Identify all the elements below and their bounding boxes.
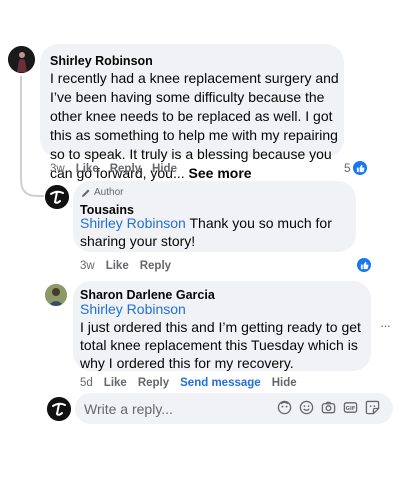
camera-icon[interactable] <box>321 400 336 415</box>
avatar <box>47 397 71 421</box>
reply-time[interactable]: 5d <box>80 377 93 389</box>
hide-button[interactable]: Hide <box>272 377 297 389</box>
reply-text: Shirley Robinson Thank you so much for s… <box>80 214 352 250</box>
emoji-icon[interactable] <box>299 400 314 415</box>
mention-link[interactable]: Shirley Robinson <box>80 215 186 231</box>
sticker-icon[interactable] <box>365 400 380 415</box>
like-reaction-icon[interactable] <box>357 258 371 272</box>
reply-time[interactable]: 3w <box>80 260 95 272</box>
reply-actions: 5d Like Reply Send message Hide <box>80 377 308 389</box>
like-button[interactable]: Like <box>104 377 127 389</box>
mention-link[interactable]: Shirley Robinson <box>80 300 368 318</box>
reply-button[interactable]: Reply <box>138 377 169 389</box>
reply-composer[interactable]: Write a reply... GIF <box>75 393 393 424</box>
tousains-logo-icon <box>45 185 69 209</box>
like-button[interactable]: Like <box>106 260 129 272</box>
author-badge: Author <box>81 187 123 198</box>
reply-body: I just ordered this and I’m getting read… <box>80 319 361 371</box>
avatar-sticker-icon[interactable] <box>277 400 292 415</box>
reply-button[interactable]: Reply <box>140 260 171 272</box>
thumbs-up-icon <box>360 261 369 269</box>
reply-input[interactable]: Write a reply... <box>84 401 173 417</box>
pencil-icon <box>82 189 90 197</box>
author-badge-label: Author <box>94 187 124 198</box>
composer-icons: GIF <box>277 400 380 415</box>
reply-text: Shirley Robinson I just ordered this and… <box>80 300 368 372</box>
reply-bubble: Author Tousains Shirley Robinson Thank y… <box>73 181 356 252</box>
gif-icon[interactable]: GIF <box>343 400 358 415</box>
tousains-logo-icon <box>47 397 71 421</box>
more-options-button[interactable]: ··· <box>380 318 391 333</box>
profile-photo-icon <box>45 284 67 306</box>
reply-actions: 3w Like Reply <box>80 260 182 272</box>
svg-text:GIF: GIF <box>346 406 356 412</box>
avatar[interactable] <box>45 284 67 306</box>
avatar[interactable] <box>45 185 69 209</box>
reply-bubble: Sharon Darlene Garcia Shirley Robinson I… <box>73 281 371 371</box>
send-message-button[interactable]: Send message <box>180 377 261 389</box>
